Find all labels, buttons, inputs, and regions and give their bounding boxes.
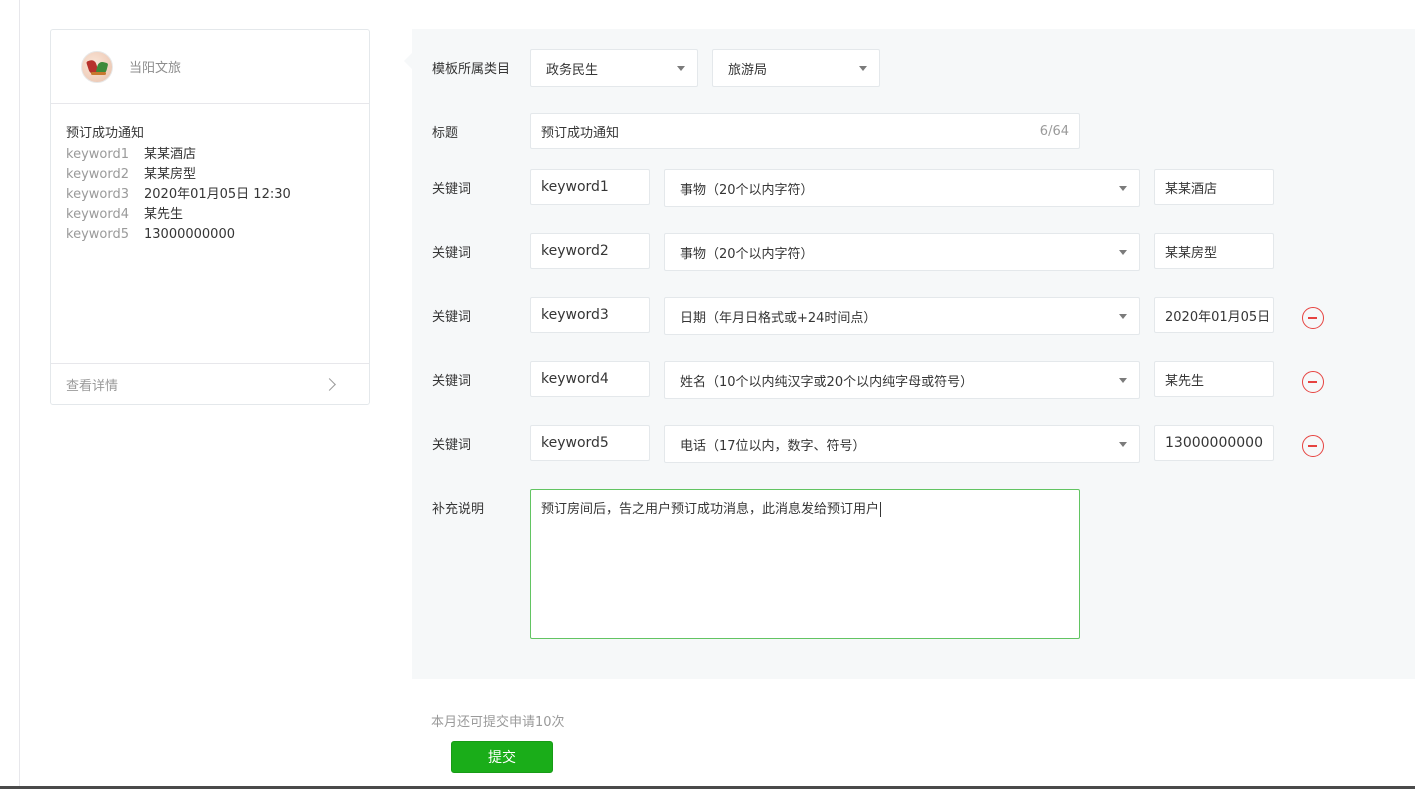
keyword-row-label: 关键词 xyxy=(432,374,472,389)
keyword-type-value: 电话（17位以内，数字、符号） xyxy=(680,438,866,454)
keyword-row-label: 关键词 xyxy=(432,246,472,261)
description-label: 补充说明 xyxy=(432,502,485,517)
preview-keyword-key: keyword1 xyxy=(66,147,129,162)
preview-keyword-value: 某某房型 xyxy=(144,167,197,182)
preview-keyword-row: keyword2 某某房型 xyxy=(66,165,354,185)
title-char-counter: 6/64 xyxy=(1039,123,1069,139)
account-name: 当阳文旅 xyxy=(129,61,182,76)
preview-keyword-value: 某先生 xyxy=(144,207,184,222)
preview-keyword-row: keyword5 13000000000 xyxy=(66,225,354,245)
title-input[interactable]: 预订成功通知 6/64 xyxy=(530,113,1080,149)
keyword-row-label: 关键词 xyxy=(432,310,472,325)
preview-keyword-row: keyword1 某某酒店 xyxy=(66,145,354,165)
view-details-link[interactable]: 查看详情 xyxy=(51,363,369,404)
submit-button[interactable]: 提交 xyxy=(451,741,553,773)
keyword-type-value: 日期（年月日格式或+24时间点） xyxy=(680,310,877,326)
preview-keyword-value: 13000000000 xyxy=(144,227,235,242)
caret-down-icon xyxy=(859,66,867,71)
keyword-name-value: keyword1 xyxy=(541,179,609,195)
keyword-type-value: 事物（20个以内字符） xyxy=(680,246,814,262)
caret-down-icon xyxy=(1119,250,1127,255)
category-secondary-value: 旅游局 xyxy=(728,62,768,78)
remove-keyword-icon[interactable] xyxy=(1302,307,1324,329)
keyword-row-label: 关键词 xyxy=(432,438,472,453)
preview-keyword-value: 某某酒店 xyxy=(144,147,197,162)
keyword-name-value: keyword5 xyxy=(541,435,609,451)
description-textarea[interactable]: 预订房间后，告之用户预订成功消息，此消息发给预订用户 xyxy=(530,489,1080,639)
preview-keyword-row: keyword4 某先生 xyxy=(66,205,354,225)
keyword-name-input[interactable]: keyword1 xyxy=(530,169,650,205)
remove-keyword-icon[interactable] xyxy=(1302,371,1324,393)
preview-keyword-key: keyword5 xyxy=(66,227,129,242)
preview-header: 当阳文旅 xyxy=(51,30,369,104)
keyword-type-select[interactable]: 电话（17位以内，数字、符号） xyxy=(664,425,1140,463)
category-secondary-select[interactable]: 旅游局 xyxy=(712,49,880,87)
template-form-panel: 模板所属类目 政务民生 旅游局 标题 预订成功通知 6/64 关键词 keywo… xyxy=(404,29,1415,679)
account-avatar xyxy=(81,50,113,83)
caret-down-icon xyxy=(1119,378,1127,383)
keyword-row-label: 关键词 xyxy=(432,182,472,197)
submission-quota-tip: 本月还可提交申请10次 xyxy=(431,715,565,730)
keyword-name-input[interactable]: keyword2 xyxy=(530,233,650,269)
title-label: 标题 xyxy=(432,126,459,141)
keyword-name-input[interactable]: keyword3 xyxy=(530,297,650,333)
title-input-value: 预订成功通知 xyxy=(541,125,620,141)
keyword-name-value: keyword2 xyxy=(541,243,609,259)
keyword-name-input[interactable]: keyword4 xyxy=(530,361,650,397)
preview-body: 预订成功通知 keyword1 某某酒店 keyword2 某某房型 keywo… xyxy=(51,104,369,364)
text-cursor xyxy=(880,502,882,517)
keyword-example-input[interactable]: 某先生 xyxy=(1154,361,1274,397)
view-details-label: 查看详情 xyxy=(66,378,119,394)
category-label: 模板所属类目 xyxy=(432,62,511,77)
description-value: 预订房间后，告之用户预订成功消息，此消息发给预订用户 xyxy=(541,502,880,517)
keyword-name-input[interactable]: keyword5 xyxy=(530,425,650,461)
template-preview-card: 当阳文旅 预订成功通知 keyword1 某某酒店 keyword2 某某房型 … xyxy=(50,29,370,405)
keyword-example-input[interactable]: 某某酒店 xyxy=(1154,169,1274,205)
category-primary-select[interactable]: 政务民生 xyxy=(530,49,698,87)
category-primary-value: 政务民生 xyxy=(546,62,599,78)
keyword-type-select[interactable]: 日期（年月日格式或+24时间点） xyxy=(664,297,1140,335)
preview-keyword-value: 2020年01月05日 12:30 xyxy=(144,187,291,202)
keyword-type-select[interactable]: 事物（20个以内字符） xyxy=(664,233,1140,271)
keyword-example-value: 某某房型 xyxy=(1165,245,1218,261)
preview-keyword-row: keyword3 2020年01月05日 12:30 xyxy=(66,185,354,205)
keyword-example-input[interactable]: 2020年01月05日 xyxy=(1154,297,1274,333)
keyword-example-value: 某先生 xyxy=(1165,373,1205,389)
sidebar-divider xyxy=(19,0,20,789)
keyword-name-value: keyword4 xyxy=(541,371,609,387)
keyword-name-value: keyword3 xyxy=(541,307,609,323)
chevron-right-icon xyxy=(323,377,336,391)
caret-down-icon xyxy=(1119,314,1127,319)
keyword-example-input[interactable]: 某某房型 xyxy=(1154,233,1274,269)
caret-down-icon xyxy=(677,66,685,71)
preview-keyword-key: keyword2 xyxy=(66,167,129,182)
keyword-example-value: 2020年01月05日 xyxy=(1165,309,1271,325)
keyword-example-input[interactable]: 13000000000 xyxy=(1154,425,1274,461)
keyword-type-value: 姓名（10个以内纯汉字或20个以内纯字母或符号） xyxy=(680,374,974,390)
keyword-type-value: 事物（20个以内字符） xyxy=(680,182,814,198)
preview-keyword-key: keyword3 xyxy=(66,187,129,202)
preview-keyword-key: keyword4 xyxy=(66,207,129,222)
keyword-example-value: 某某酒店 xyxy=(1165,181,1218,197)
preview-message-title: 预订成功通知 xyxy=(66,126,145,141)
caret-down-icon xyxy=(1119,442,1127,447)
keyword-type-select[interactable]: 姓名（10个以内纯汉字或20个以内纯字母或符号） xyxy=(664,361,1140,399)
remove-keyword-icon[interactable] xyxy=(1302,435,1324,457)
caret-down-icon xyxy=(1119,186,1127,191)
keyword-type-select[interactable]: 事物（20个以内字符） xyxy=(664,169,1140,207)
keyword-example-value: 13000000000 xyxy=(1165,435,1263,451)
